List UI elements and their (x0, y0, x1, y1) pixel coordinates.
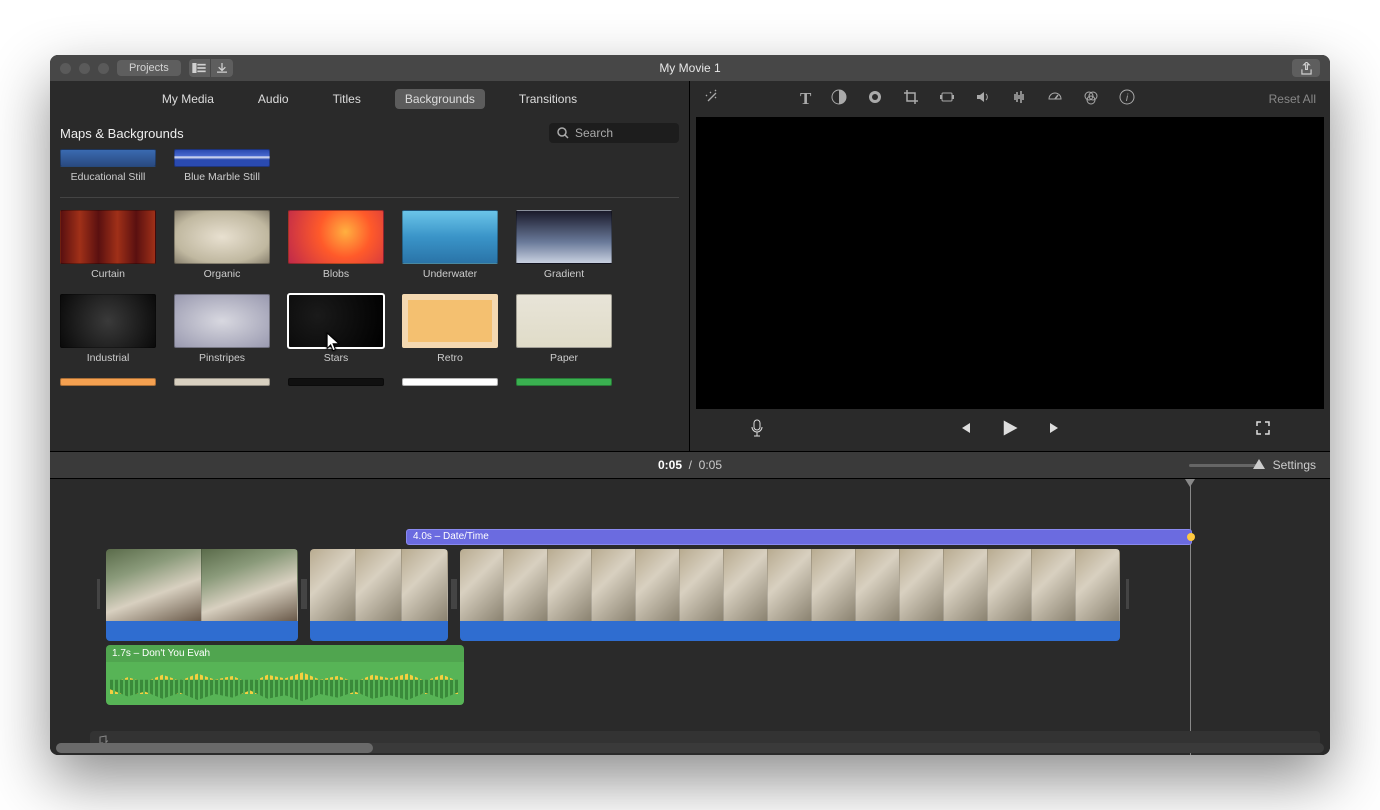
stabilize-icon[interactable] (939, 89, 955, 110)
bg-label: Gradient (544, 268, 584, 280)
search-placeholder: Search (575, 126, 613, 140)
timeline[interactable]: 4.0s – Date/Time 1.7s – Don't You Evah (50, 479, 1330, 755)
titlebar: Projects My Movie 1 (50, 55, 1330, 81)
zoom-dot[interactable] (98, 63, 109, 74)
bg-thumb-blue-marble-still[interactable] (174, 149, 270, 167)
bg-thumb-industrial[interactable] (60, 294, 156, 348)
svg-text:i: i (1126, 93, 1129, 104)
adjust-toolbar: T i Reset All (690, 81, 1330, 117)
close-dot[interactable] (60, 63, 71, 74)
noise-reduction-icon[interactable] (1011, 89, 1027, 110)
bg-label: Organic (204, 268, 241, 280)
browser-section-title: Maps & Backgrounds (60, 126, 184, 141)
color-balance-icon[interactable] (831, 89, 847, 110)
video-clip-1[interactable] (106, 549, 298, 641)
timeline-header: 0:05 / 0:05 Settings (50, 451, 1330, 479)
preview-viewer[interactable] (696, 117, 1324, 409)
voiceover-icon[interactable] (750, 419, 764, 442)
fullscreen-icon[interactable] (1256, 421, 1270, 440)
bg-thumb-retro[interactable] (402, 294, 498, 348)
share-button[interactable] (1292, 59, 1320, 77)
video-clip-2[interactable] (310, 549, 448, 641)
bg-thumb-pinstripes[interactable] (174, 294, 270, 348)
bg-thumb-stars[interactable] (288, 294, 384, 348)
bg-thumb-organic[interactable] (174, 210, 270, 264)
waveform (106, 662, 464, 702)
music-clip-label: 1.7s – Don't You Evah (106, 645, 464, 662)
browser-pane: My Media Audio Titles Backgrounds Transition… (50, 81, 690, 451)
volume-icon[interactable] (975, 89, 991, 110)
tab-audio[interactable]: Audio (248, 89, 299, 109)
bg-label: Retro (437, 352, 463, 364)
crop-icon[interactable] (903, 89, 919, 110)
prev-button[interactable] (958, 421, 972, 440)
bg-label: Industrial (87, 352, 130, 364)
viewer-pane: T i Reset All (690, 81, 1330, 451)
text-tool-icon[interactable]: T (800, 89, 811, 109)
transport-bar (690, 409, 1330, 451)
bg-label: Stars (324, 352, 349, 364)
minimize-dot[interactable] (79, 63, 90, 74)
bg-thumb-peek[interactable] (174, 378, 270, 386)
bg-thumb-gradient[interactable] (516, 210, 612, 264)
bg-thumb-peek[interactable] (288, 378, 384, 386)
next-button[interactable] (1048, 421, 1062, 440)
bg-label: Paper (550, 352, 578, 364)
search-input[interactable]: Search (549, 123, 679, 143)
time-display: 0:05 / 0:05 (50, 458, 1330, 472)
tab-titles[interactable]: Titles (323, 89, 371, 109)
tab-my-media[interactable]: My Media (152, 89, 224, 109)
music-clip[interactable]: 1.7s – Don't You Evah (106, 645, 464, 705)
enhance-icon[interactable] (704, 89, 720, 110)
filters-icon[interactable] (1083, 89, 1099, 110)
bg-thumb-peek[interactable] (516, 378, 612, 386)
horizontal-scrollbar[interactable] (56, 743, 1324, 753)
playhead[interactable] (1190, 479, 1191, 755)
bg-label: Pinstripes (199, 352, 245, 364)
bg-thumb-peek[interactable] (60, 378, 156, 386)
import-icon[interactable] (211, 59, 233, 77)
bg-label: Blue Marble Still (184, 171, 260, 183)
bg-thumb-peek[interactable] (402, 378, 498, 386)
title-clip[interactable]: 4.0s – Date/Time (406, 529, 1192, 545)
media-tabs: My Media Audio Titles Backgrounds Transition… (50, 81, 689, 117)
bg-label: Underwater (423, 268, 477, 280)
reset-all-button[interactable]: Reset All (1269, 92, 1316, 106)
zoom-slider[interactable] (1189, 464, 1259, 467)
window-title: My Movie 1 (50, 61, 1330, 75)
backgrounds-grid: Educational Still Blue Marble Still Curtai… (50, 149, 689, 451)
bg-label: Curtain (91, 268, 125, 280)
bg-thumb-educational-still[interactable] (60, 149, 156, 167)
tab-backgrounds[interactable]: Backgrounds (395, 89, 485, 109)
tab-transitions[interactable]: Transitions (509, 89, 587, 109)
bg-thumb-curtain[interactable] (60, 210, 156, 264)
video-clip-3[interactable] (460, 549, 1120, 641)
bg-label: Educational Still (71, 171, 146, 183)
app-window: Projects My Movie 1 My Media Audio Titles B… (50, 55, 1330, 755)
color-correction-icon[interactable] (867, 89, 883, 110)
bg-thumb-blobs[interactable] (288, 210, 384, 264)
window-controls (60, 63, 109, 74)
library-toggle-icon[interactable] (189, 59, 211, 77)
bg-thumb-underwater[interactable] (402, 210, 498, 264)
speed-icon[interactable] (1047, 89, 1063, 110)
play-button[interactable] (1000, 418, 1020, 443)
bg-label: Blobs (323, 268, 349, 280)
info-icon[interactable]: i (1119, 89, 1135, 110)
bg-thumb-paper[interactable] (516, 294, 612, 348)
projects-button[interactable]: Projects (117, 60, 181, 76)
